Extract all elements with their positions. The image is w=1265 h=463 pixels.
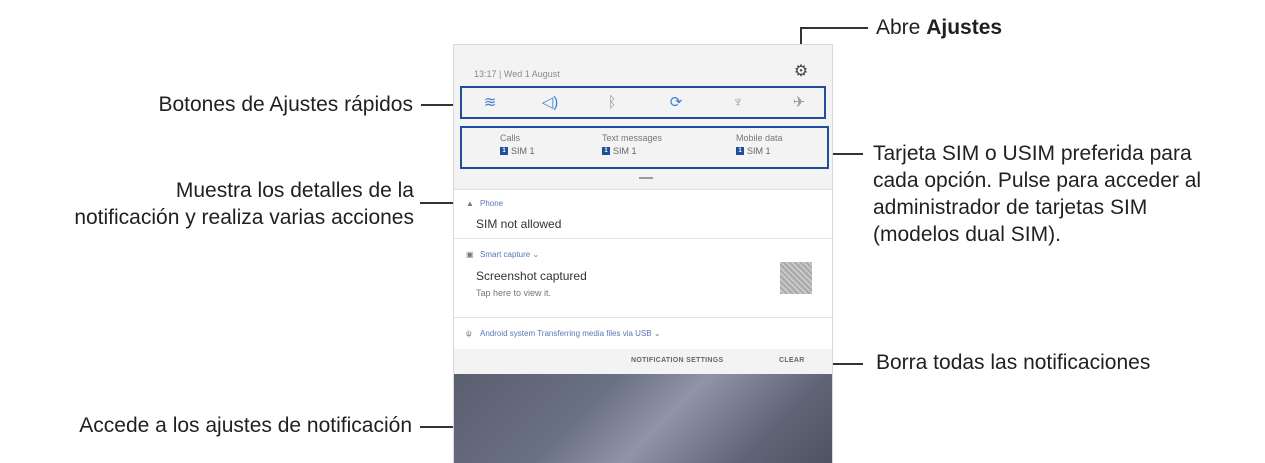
callout-clear-all: Borra todas las notificaciones — [876, 351, 1151, 374]
auto-rotate-icon[interactable]: ⟳ — [666, 93, 686, 113]
panel-handle[interactable] — [639, 177, 653, 179]
clear-button[interactable]: CLEAR — [779, 357, 805, 364]
sim-badge-icon: 1 — [736, 147, 744, 155]
sim-calls[interactable]: Calls 1 SIM 1 — [500, 133, 535, 156]
callout-open-settings-bold: Ajustes — [926, 16, 1003, 39]
callout-sim-line-1: Tarjeta SIM o USIM preferida para — [873, 142, 1192, 165]
wallpaper — [454, 374, 832, 463]
notification-app-name: Phone — [480, 199, 504, 208]
status-bar-text: 13:17 | Wed 1 August — [474, 69, 560, 79]
notification-settings-button[interactable]: NOTIFICATION SETTINGS — [631, 357, 724, 364]
notification-screenshot[interactable]: ▣ Smart capture ⌄ Screenshot captured Ta… — [454, 238, 832, 317]
notification-app-name: Android system Transferring media files … — [480, 329, 661, 338]
notification-actions-bar: NOTIFICATION SETTINGS CLEAR — [454, 349, 832, 374]
notification-usb[interactable]: ψ Android system Transferring media file… — [454, 317, 832, 350]
sim-text-label: Text messages — [602, 133, 663, 143]
sim-calls-value: SIM 1 — [511, 146, 535, 156]
warning-icon: ▲ — [466, 199, 474, 208]
flashlight-icon[interactable]: ♆ — [728, 93, 748, 113]
bluetooth-icon[interactable]: ᛒ — [602, 93, 622, 113]
notification-title: SIM not allowed — [476, 217, 562, 231]
notification-phone[interactable]: ▲ Phone SIM not allowed — [454, 189, 832, 238]
callout-details-line-2: notificación y realiza varias acciones — [74, 206, 414, 229]
usb-icon: ψ — [466, 329, 472, 338]
callout-sim-line-4: (modelos dual SIM). — [873, 223, 1061, 246]
sim-badge-icon: 1 — [500, 147, 508, 155]
image-icon: ▣ — [466, 250, 474, 259]
sim-mobile-data[interactable]: Mobile data 1 SIM 1 — [736, 133, 783, 156]
sim-data-value: SIM 1 — [747, 146, 771, 156]
callout-sim-line-2: cada opción. Pulse para acceder al — [873, 169, 1202, 192]
quick-settings-row: ≋ ◁) ᛒ ⟳ ♆ ✈ — [460, 86, 826, 119]
leader-sim — [829, 153, 863, 155]
callout-notification-settings: Accede a los ajustes de notificación — [79, 414, 412, 437]
callout-sim-line-3: administrador de tarjetas SIM — [873, 196, 1148, 219]
sim-calls-label: Calls — [500, 133, 521, 143]
notification-app-name: Smart capture ⌄ — [480, 250, 540, 259]
screenshot-thumbnail — [780, 262, 812, 294]
callout-notification-details: Muestra los detalles de la notificación … — [0, 177, 414, 231]
wifi-icon[interactable]: ≋ — [480, 93, 500, 113]
callout-details-line-1: Muestra los detalles de la — [175, 179, 414, 202]
sim-preferences-row[interactable]: Calls 1 SIM 1 Text messages 1 SIM 1 Mobile… — [460, 126, 829, 169]
sim-data-label: Mobile data — [736, 133, 783, 143]
notification-panel: 13:17 | Wed 1 August ⚙ ≋ ◁) ᛒ ⟳ ♆ ✈ Call… — [453, 44, 833, 463]
sim-text-value: SIM 1 — [613, 146, 637, 156]
sim-badge-icon: 1 — [602, 147, 610, 155]
airplane-icon[interactable]: ✈ — [789, 93, 809, 113]
callout-sim-preference: Tarjeta SIM o USIM preferida para cada o… — [873, 140, 1201, 248]
notification-subtitle: Tap here to view it. — [476, 288, 552, 298]
notification-title: Screenshot captured — [476, 269, 587, 283]
sound-icon[interactable]: ◁) — [540, 93, 560, 113]
callout-quick-settings: Botones de Ajustes rápidos — [158, 93, 413, 116]
sim-text-messages[interactable]: Text messages 1 SIM 1 — [602, 133, 662, 156]
callout-open-settings: Abre Ajustes — [876, 14, 1002, 41]
leader-settings-h — [800, 27, 868, 29]
callout-open-settings-prefix: Abre — [876, 16, 927, 39]
settings-gear-icon[interactable]: ⚙ — [793, 64, 809, 80]
